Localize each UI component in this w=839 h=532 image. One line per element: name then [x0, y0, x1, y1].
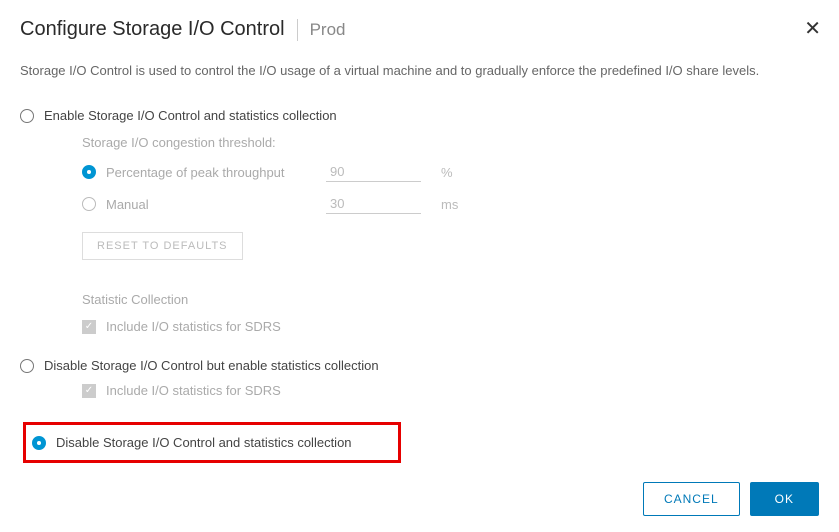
- close-button[interactable]: ✕: [804, 16, 821, 41]
- manual-input[interactable]: [326, 194, 421, 214]
- option-enable: Enable Storage I/O Control and statistic…: [20, 108, 819, 334]
- radio-label: Disable Storage I/O Control but enable s…: [44, 358, 379, 373]
- percentage-label: Percentage of peak throughput: [106, 165, 316, 180]
- stats-section: Statistic Collection ✓ Include I/O stati…: [82, 292, 819, 334]
- description-text: Storage I/O Control is used to control t…: [20, 63, 819, 78]
- close-icon: ✕: [804, 18, 821, 40]
- checkbox-icon: ✓: [82, 384, 96, 398]
- percentage-input[interactable]: [326, 162, 421, 182]
- stats-title: Statistic Collection: [82, 292, 819, 307]
- radio-icon: [82, 197, 96, 211]
- radio-icon: [20, 359, 34, 373]
- reset-button[interactable]: RESET TO DEFAULTS: [82, 232, 243, 260]
- percentage-unit: %: [441, 165, 453, 180]
- dialog-title: Configure Storage I/O Control: [20, 18, 285, 41]
- checkbox-label: Include I/O statistics for SDRS: [106, 319, 281, 334]
- enable-settings: Storage I/O congestion threshold: Percen…: [82, 135, 819, 334]
- checkbox-label: Include I/O statistics for SDRS: [106, 383, 281, 398]
- option-disable-with-stats: Disable Storage I/O Control but enable s…: [20, 358, 819, 398]
- checkbox-icon: ✓: [82, 320, 96, 334]
- manual-unit: ms: [441, 197, 458, 212]
- dialog-footer: CANCEL OK: [643, 482, 819, 516]
- checkbox-sdrs-2[interactable]: ✓ Include I/O statistics for SDRS: [82, 383, 819, 398]
- radio-label: Disable Storage I/O Control and statisti…: [56, 435, 352, 450]
- radio-icon: [82, 165, 96, 179]
- radio-icon: [32, 436, 46, 450]
- radio-icon: [20, 109, 34, 123]
- ok-button[interactable]: OK: [750, 482, 819, 516]
- dialog-header: Configure Storage I/O Control Prod: [20, 18, 819, 41]
- radio-enable[interactable]: Enable Storage I/O Control and statistic…: [20, 108, 819, 123]
- disable-stats-settings: ✓ Include I/O statistics for SDRS: [82, 383, 819, 398]
- cancel-button[interactable]: CANCEL: [643, 482, 740, 516]
- radio-manual[interactable]: Manual ms: [82, 194, 819, 214]
- radio-disable-with-stats[interactable]: Disable Storage I/O Control but enable s…: [20, 358, 819, 373]
- manual-label: Manual: [106, 197, 316, 212]
- threshold-title: Storage I/O congestion threshold:: [82, 135, 819, 150]
- radio-label: Enable Storage I/O Control and statistic…: [44, 108, 337, 123]
- radio-disable-all[interactable]: Disable Storage I/O Control and statisti…: [32, 435, 392, 450]
- radio-percentage[interactable]: Percentage of peak throughput %: [82, 162, 819, 182]
- context-label: Prod: [310, 20, 346, 40]
- checkbox-sdrs-1[interactable]: ✓ Include I/O statistics for SDRS: [82, 319, 819, 334]
- divider: [297, 19, 298, 41]
- highlighted-option: Disable Storage I/O Control and statisti…: [23, 422, 401, 463]
